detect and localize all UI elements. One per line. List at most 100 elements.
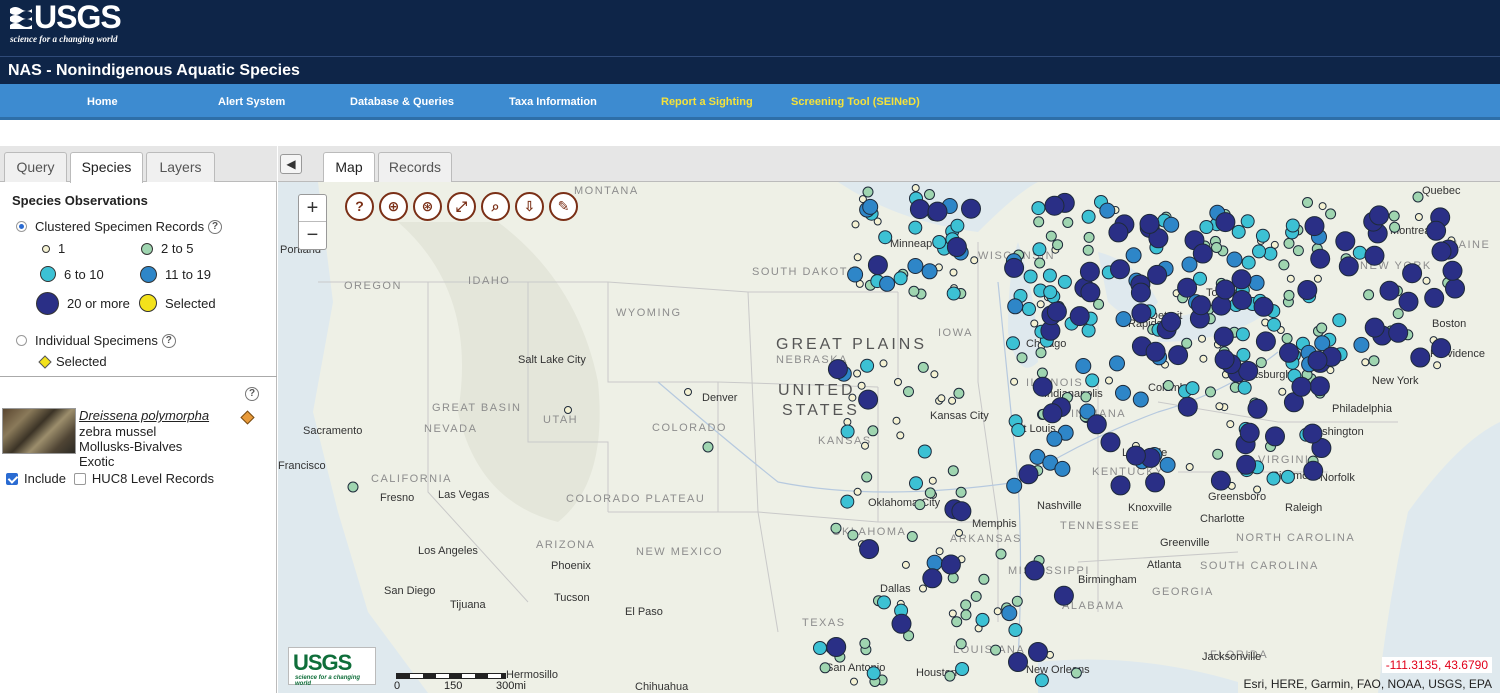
help-icon[interactable]: ?: [245, 387, 259, 401]
cluster-marker[interactable]: [702, 441, 714, 453]
cluster-marker[interactable]: [1054, 460, 1071, 477]
cluster-marker[interactable]: [937, 394, 946, 403]
cluster-marker[interactable]: [901, 560, 910, 569]
cluster-marker[interactable]: [970, 590, 982, 602]
cluster-marker[interactable]: [1433, 361, 1442, 370]
full-extent-icon[interactable]: ⤢: [447, 192, 476, 221]
cluster-marker[interactable]: [1161, 311, 1182, 332]
cluster-marker[interactable]: [1079, 261, 1100, 282]
cluster-marker[interactable]: [1034, 673, 1049, 688]
cluster-marker[interactable]: [1285, 218, 1300, 233]
cluster-marker[interactable]: [1369, 205, 1390, 226]
cluster-marker[interactable]: [684, 388, 692, 396]
cluster-marker[interactable]: [1042, 268, 1057, 283]
cluster-marker[interactable]: [1032, 242, 1047, 257]
cluster-marker[interactable]: [1252, 244, 1266, 259]
cluster-marker[interactable]: [1215, 212, 1236, 233]
cluster-marker[interactable]: [907, 258, 924, 274]
map-view[interactable]: MONTANA OREGON IDAHO WYOMING SOUTH DAKOT…: [278, 182, 1500, 693]
cluster-marker[interactable]: [1159, 456, 1176, 473]
nav-home[interactable]: Home: [87, 96, 118, 108]
cluster-marker[interactable]: [866, 666, 881, 681]
cluster-marker[interactable]: [892, 416, 901, 425]
zoom-to-selection-icon[interactable]: ⊕: [379, 192, 408, 221]
cluster-marker[interactable]: [861, 471, 873, 483]
cluster-marker[interactable]: [946, 237, 967, 257]
cluster-marker[interactable]: [1266, 471, 1281, 486]
cluster-marker[interactable]: [860, 358, 875, 373]
clustered-radio[interactable]: [16, 221, 27, 232]
cluster-marker[interactable]: [960, 599, 972, 611]
cluster-marker[interactable]: [1302, 423, 1323, 444]
cluster-marker[interactable]: [1265, 426, 1285, 447]
cluster-marker[interactable]: [1253, 296, 1274, 317]
cluster-marker[interactable]: [1031, 201, 1046, 216]
nav-screening-tool[interactable]: Screening Tool (SEINeD): [791, 96, 920, 108]
cluster-marker[interactable]: [932, 235, 947, 249]
cluster-marker[interactable]: [1318, 202, 1327, 211]
cluster-marker[interactable]: [813, 641, 827, 655]
cluster-marker[interactable]: [1214, 349, 1235, 370]
cluster-marker[interactable]: [1402, 263, 1423, 284]
cluster-marker[interactable]: [1286, 274, 1295, 283]
cluster-marker[interactable]: [1303, 460, 1324, 481]
cluster-marker[interactable]: [1108, 222, 1129, 243]
cluster-marker[interactable]: [877, 595, 891, 610]
cluster-marker[interactable]: [1278, 259, 1290, 271]
cluster-marker[interactable]: [826, 637, 847, 657]
cluster-marker[interactable]: [1213, 326, 1234, 347]
cluster-marker[interactable]: [1424, 287, 1445, 308]
cluster-marker[interactable]: [1332, 313, 1347, 328]
cluster-marker[interactable]: [1011, 595, 1023, 607]
cluster-marker[interactable]: [1215, 402, 1224, 411]
cluster-marker[interactable]: [1232, 290, 1252, 310]
cluster-marker[interactable]: [894, 378, 902, 386]
cluster-marker[interactable]: [1162, 380, 1174, 391]
cluster-marker[interactable]: [1210, 470, 1231, 491]
cluster-marker[interactable]: [859, 637, 871, 649]
cluster-marker[interactable]: [1085, 373, 1100, 388]
cluster-marker[interactable]: [960, 609, 972, 621]
cluster-marker[interactable]: [1036, 300, 1045, 309]
cluster-marker[interactable]: [1410, 347, 1431, 368]
cluster-marker[interactable]: [1018, 464, 1039, 485]
cluster-marker[interactable]: [1307, 350, 1328, 371]
cluster-marker[interactable]: [1082, 244, 1094, 256]
cluster-marker[interactable]: [1083, 231, 1095, 243]
cluster-marker[interactable]: [950, 218, 965, 233]
cluster-marker[interactable]: [1145, 341, 1166, 362]
cluster-marker[interactable]: [978, 573, 990, 585]
cluster-marker[interactable]: [1279, 342, 1299, 363]
cluster-marker[interactable]: [1199, 354, 1208, 363]
cluster-marker[interactable]: [1125, 445, 1146, 466]
cluster-marker[interactable]: [921, 263, 938, 280]
tab-records[interactable]: Records: [378, 152, 452, 182]
cluster-marker[interactable]: [851, 220, 860, 229]
cluster-marker[interactable]: [1006, 477, 1023, 494]
cluster-marker[interactable]: [951, 616, 963, 628]
cluster-marker[interactable]: [891, 613, 912, 634]
cluster-marker[interactable]: [1177, 277, 1198, 298]
cluster-marker[interactable]: [1226, 420, 1235, 429]
cluster-marker[interactable]: [930, 370, 939, 379]
cluster-marker[interactable]: [1185, 381, 1200, 396]
collapse-panel-button[interactable]: ◀: [280, 154, 302, 174]
cluster-marker[interactable]: [1199, 220, 1214, 234]
cluster-marker[interactable]: [1086, 414, 1107, 435]
cluster-marker[interactable]: [843, 418, 852, 426]
cluster-marker[interactable]: [1236, 454, 1257, 475]
cluster-marker[interactable]: [1231, 224, 1246, 239]
cluster-marker[interactable]: [1131, 303, 1152, 324]
cluster-marker[interactable]: [947, 465, 959, 477]
cluster-marker[interactable]: [995, 548, 1007, 560]
cluster-marker[interactable]: [1033, 216, 1045, 228]
edit-icon[interactable]: ✎: [549, 192, 578, 221]
cluster-marker[interactable]: [1057, 274, 1072, 289]
cluster-marker[interactable]: [970, 256, 979, 265]
huc8-checkbox[interactable]: [73, 472, 86, 485]
cluster-marker[interactable]: [1281, 333, 1293, 344]
tab-layers[interactable]: Layers: [146, 152, 215, 182]
cluster-marker[interactable]: [1046, 301, 1067, 322]
cluster-marker[interactable]: [1231, 269, 1252, 290]
cluster-marker[interactable]: [955, 662, 970, 676]
